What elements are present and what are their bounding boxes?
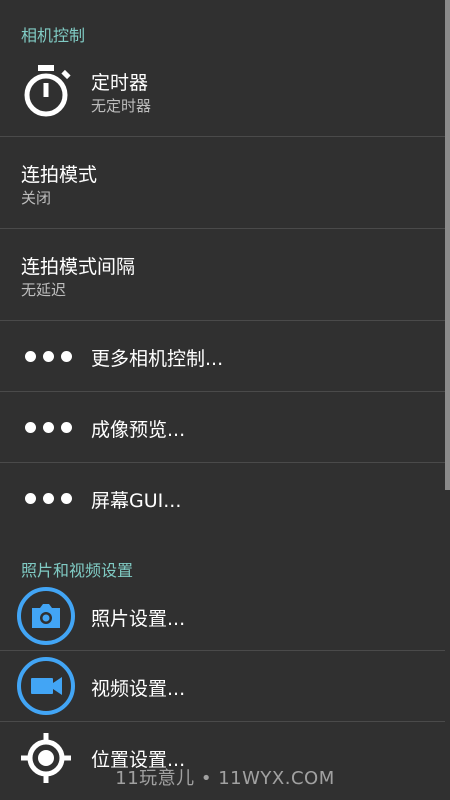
- burst-interval-summary: 无延迟: [21, 281, 67, 299]
- photo-settings-title: 照片设置...: [91, 608, 186, 630]
- setting-preview[interactable]: 成像预览...: [0, 392, 445, 463]
- video-settings-title: 视频设置...: [91, 678, 186, 700]
- burst-interval-title: 连拍模式间隔: [21, 256, 136, 278]
- section-header-photo-video: 照片和视频设置: [21, 561, 134, 580]
- camera-icon: [16, 586, 76, 646]
- setting-burst-mode[interactable]: 连拍模式 关闭: [0, 137, 445, 229]
- burst-mode-summary: 关闭: [21, 189, 52, 207]
- setting-photo[interactable]: 照片设置...: [0, 582, 445, 651]
- screen-gui-title: 屏幕GUI...: [91, 490, 182, 512]
- burst-mode-title: 连拍模式: [21, 164, 98, 186]
- videocam-icon: [16, 656, 76, 716]
- more-dots-icon: [25, 422, 72, 433]
- setting-more-camera-controls[interactable]: 更多相机控制...: [0, 321, 445, 392]
- section-header-camera-controls: 相机控制: [21, 26, 86, 45]
- preview-title: 成像预览...: [91, 419, 186, 441]
- timer-title: 定时器: [91, 72, 149, 94]
- scrollbar[interactable]: [445, 0, 450, 490]
- timer-icon: [16, 61, 76, 121]
- setting-timer[interactable]: 定时器 无定时器: [0, 46, 445, 137]
- more-dots-icon: [25, 351, 72, 362]
- more-camera-controls-title: 更多相机控制...: [91, 348, 224, 370]
- setting-video[interactable]: 视频设置...: [0, 651, 445, 722]
- timer-summary: 无定时器: [91, 97, 152, 115]
- settings-screen: 相机控制 定时器 无定时器 连拍模式 关闭 连拍模式间隔 无延迟 更多相机控制.…: [0, 0, 450, 800]
- more-dots-icon: [25, 493, 72, 504]
- watermark: 11玩意儿 • 11WYX.COM: [115, 768, 335, 789]
- setting-burst-interval[interactable]: 连拍模式间隔 无延迟: [0, 229, 445, 321]
- setting-screen-gui[interactable]: 屏幕GUI...: [0, 463, 445, 533]
